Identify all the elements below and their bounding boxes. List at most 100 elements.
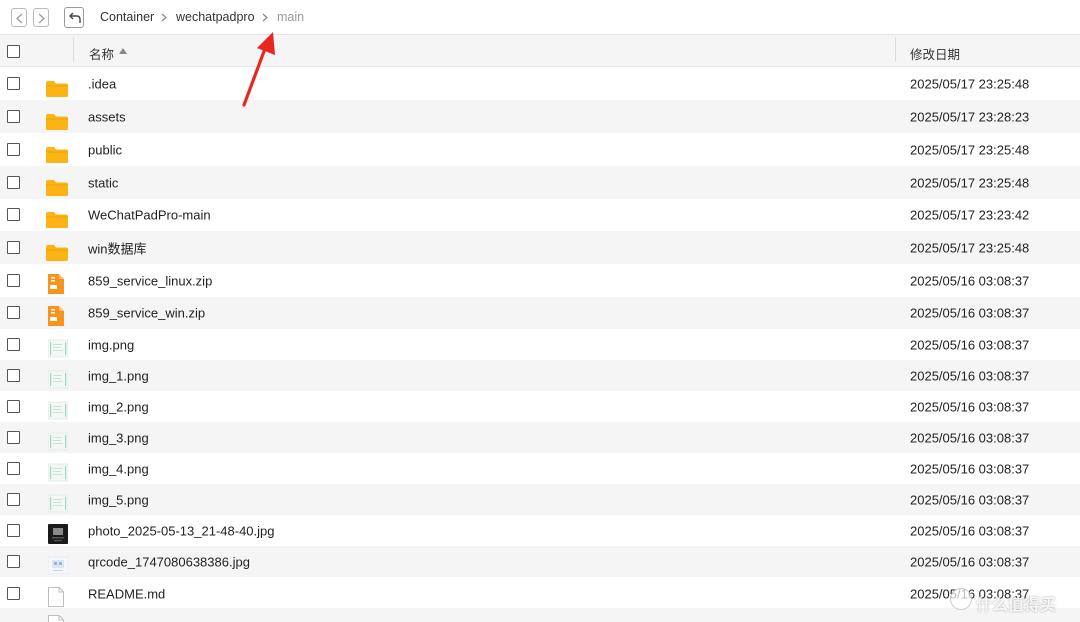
file-modified-date: 2025/05/17 23:25:48 xyxy=(910,76,1030,91)
zip-file-icon xyxy=(46,273,64,299)
file-name: README.md xyxy=(88,586,166,601)
folder-icon xyxy=(46,146,68,168)
file-modified-date: 2025/05/16 03:08:37 xyxy=(910,368,1030,383)
file-name: static xyxy=(88,175,119,190)
watermark-logo-icon xyxy=(950,588,972,610)
file-row[interactable]: img_2.png 2025/05/16 03:08:37 xyxy=(0,391,1080,422)
row-checkbox[interactable] xyxy=(7,273,20,287)
file-row[interactable]: photo_2025-05-13_21-48-40.jpg 2025/05/16 … xyxy=(0,515,1080,546)
file-row[interactable]: static 2025/05/17 23:25:48 xyxy=(0,166,1080,199)
toolbar: Container wechatpadpro main xyxy=(0,0,1080,35)
folder-icon xyxy=(46,113,68,135)
file-name: WeChatPadPro-main xyxy=(88,207,211,223)
file-name: photo_2025-05-13_21-48-40.jpg xyxy=(88,523,275,538)
file-list: .idea 2025/05/17 23:25:48 assets 2025/05/17… xyxy=(0,67,1080,622)
file-modified-date: 2025/05/17 23:25:48 xyxy=(910,240,1030,255)
file-row[interactable]: WeChatPadPro-main 2025/05/17 23:23:42 xyxy=(0,199,1080,231)
row-checkbox[interactable] xyxy=(7,240,20,254)
row-checkbox[interactable] xyxy=(7,461,20,475)
row-checkbox[interactable] xyxy=(7,337,20,351)
modified-column-header[interactable]: 修改日期 xyxy=(896,35,1080,66)
file-row[interactable]: .idea 2025/05/17 23:25:48 xyxy=(0,67,1080,100)
column-header: 名称 修改日期 xyxy=(0,35,1080,67)
row-checkbox[interactable] xyxy=(7,208,20,221)
parent-folder-button[interactable] xyxy=(64,7,84,28)
sort-ascending-icon xyxy=(119,48,127,54)
modified-column-label: 修改日期 xyxy=(910,48,961,62)
file-row[interactable] xyxy=(0,608,1080,622)
return-arrow-icon xyxy=(69,12,81,23)
file-modified-date: 2025/05/16 03:08:37 xyxy=(910,305,1030,321)
row-checkbox[interactable] xyxy=(7,399,20,413)
row-checkbox[interactable] xyxy=(7,523,20,537)
file-modified-date: 2025/05/16 03:08:37 xyxy=(910,461,1030,476)
annotation-arrow-icon xyxy=(242,32,275,107)
file-modified-date: 2025/05/16 03:08:37 xyxy=(910,273,1030,288)
chevron-right-icon xyxy=(262,13,268,22)
watermark-text: 什么值得买 xyxy=(976,597,1057,614)
name-column-header[interactable]: 名称 xyxy=(80,35,895,66)
file-name: qrcode_1747080638386.jpg xyxy=(88,554,250,569)
file-row[interactable]: 859_service_win.zip 2025/05/16 03:08:37 xyxy=(0,297,1080,329)
file-modified-date: 2025/05/16 03:08:37 xyxy=(910,492,1030,507)
file-modified-date: 2025/05/17 23:28:23 xyxy=(910,109,1030,124)
folder-icon xyxy=(46,244,68,266)
file-row[interactable]: img_4.png 2025/05/16 03:08:37 xyxy=(0,453,1080,484)
file-row[interactable]: img_1.png 2025/05/16 03:08:37 xyxy=(0,360,1080,391)
file-modified-date: 2025/05/16 03:08:37 xyxy=(910,523,1030,538)
file-row[interactable]: qrcode_1747080638386.jpg 2025/05/16 03:08… xyxy=(0,546,1080,577)
row-checkbox[interactable] xyxy=(7,109,20,123)
row-checkbox[interactable] xyxy=(7,430,20,444)
chevron-right-icon xyxy=(161,13,167,22)
row-checkbox[interactable] xyxy=(7,554,20,568)
name-column-label: 名称 xyxy=(89,48,115,62)
breadcrumb-wechatpadpro[interactable]: wechatpadpro xyxy=(176,10,255,25)
file-row[interactable]: assets 2025/05/17 23:28:23 xyxy=(0,100,1080,133)
file-modified-date: 2025/05/16 03:08:37 xyxy=(910,337,1030,352)
file-name: img_5.png xyxy=(88,492,149,507)
file-modified-date: 2025/05/17 23:23:42 xyxy=(910,207,1030,223)
forward-button[interactable] xyxy=(33,8,49,27)
file-row[interactable]: public 2025/05/17 23:25:48 xyxy=(0,133,1080,166)
file-name: .idea xyxy=(88,76,117,91)
file-name: 859_service_win.zip xyxy=(88,305,206,321)
row-checkbox[interactable] xyxy=(7,586,20,600)
file-modified-date: 2025/05/17 23:25:48 xyxy=(910,175,1030,190)
file-name: assets xyxy=(88,109,126,124)
column-divider[interactable] xyxy=(73,38,74,62)
file-row[interactable]: win数据库 2025/05/17 23:25:48 xyxy=(0,231,1080,264)
row-checkbox[interactable] xyxy=(7,306,20,319)
file-row[interactable]: img_5.png 2025/05/16 03:08:37 xyxy=(0,484,1080,515)
file-name: 859_service_linux.zip xyxy=(88,273,213,288)
file-name: img_2.png xyxy=(88,399,149,414)
file-modified-date: 2025/05/16 03:08:37 xyxy=(910,399,1030,414)
file-name: img.png xyxy=(88,337,135,352)
file-name: img_1.png xyxy=(88,368,149,383)
file-name: win数据库 xyxy=(88,241,147,256)
file-row[interactable]: README.md 2025/05/16 03:08:37 xyxy=(0,577,1080,610)
file-modified-date: 2025/05/17 23:25:48 xyxy=(910,142,1030,157)
row-checkbox[interactable] xyxy=(7,492,20,506)
file-name: public xyxy=(88,142,122,157)
select-all-checkbox[interactable] xyxy=(7,45,20,58)
back-button[interactable] xyxy=(11,8,27,27)
file-modified-date: 2025/05/16 03:08:37 xyxy=(910,554,1030,569)
watermark: 什么值得买 xyxy=(948,585,1078,615)
chevron-right-icon xyxy=(38,13,45,24)
folder-icon xyxy=(46,179,68,201)
document-icon xyxy=(46,615,64,622)
file-row[interactable]: img.png 2025/05/16 03:08:37 xyxy=(0,329,1080,360)
breadcrumb-current-main: main xyxy=(277,10,305,24)
file-row[interactable]: 859_service_linux.zip 2025/05/16 03:08:37 xyxy=(0,264,1080,297)
row-checkbox[interactable] xyxy=(7,76,20,90)
breadcrumb-container[interactable]: Container xyxy=(100,10,154,25)
chevron-left-icon xyxy=(16,13,23,24)
file-name: img_4.png xyxy=(88,461,149,476)
row-checkbox[interactable] xyxy=(7,368,20,382)
file-modified-date: 2025/05/16 03:08:37 xyxy=(910,430,1030,445)
folder-icon xyxy=(46,80,68,102)
file-row[interactable]: img_3.png 2025/05/16 03:08:37 xyxy=(0,422,1080,453)
row-checkbox[interactable] xyxy=(7,175,20,189)
row-checkbox[interactable] xyxy=(7,142,20,156)
file-name: img_3.png xyxy=(88,430,149,445)
